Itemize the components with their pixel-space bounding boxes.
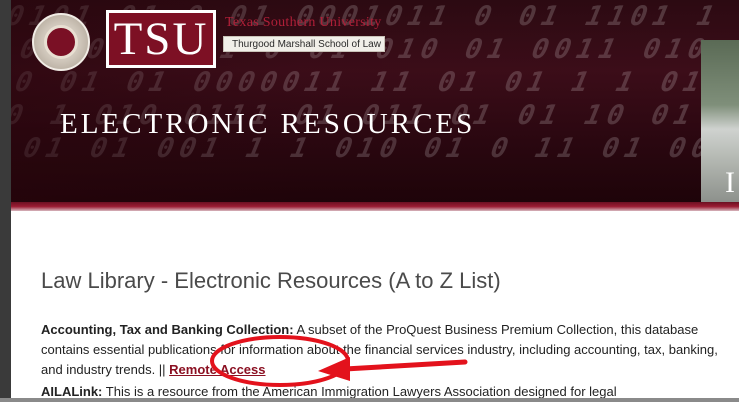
tsu-logo-text: TSU xyxy=(113,13,209,65)
remote-access-link[interactable]: Remote Access xyxy=(169,362,265,377)
banner-photo: I xyxy=(701,40,739,202)
resource-description: This is a resource from the American Imm… xyxy=(102,384,617,399)
university-seal-icon[interactable] xyxy=(32,13,90,71)
university-name[interactable]: Texas Southern University xyxy=(225,15,382,31)
banner-title: ELECTRONIC RESOURCES xyxy=(60,108,476,140)
window-bottom-edge xyxy=(0,398,739,402)
banner-photo-letter: I xyxy=(725,166,735,199)
resource-name: AILALink: xyxy=(41,384,103,399)
resource-name: Accounting, Tax and Banking Collection: xyxy=(41,322,294,337)
tsu-logo[interactable]: TSU xyxy=(106,10,216,68)
banner-divider xyxy=(11,202,739,211)
window-left-edge xyxy=(0,0,11,402)
school-name[interactable]: Thurgood Marshall School of Law xyxy=(223,36,385,52)
resource-entry-accounting: Accounting, Tax and Banking Collection: … xyxy=(41,320,739,380)
page-title: Law Library - Electronic Resources (A to… xyxy=(41,268,501,293)
